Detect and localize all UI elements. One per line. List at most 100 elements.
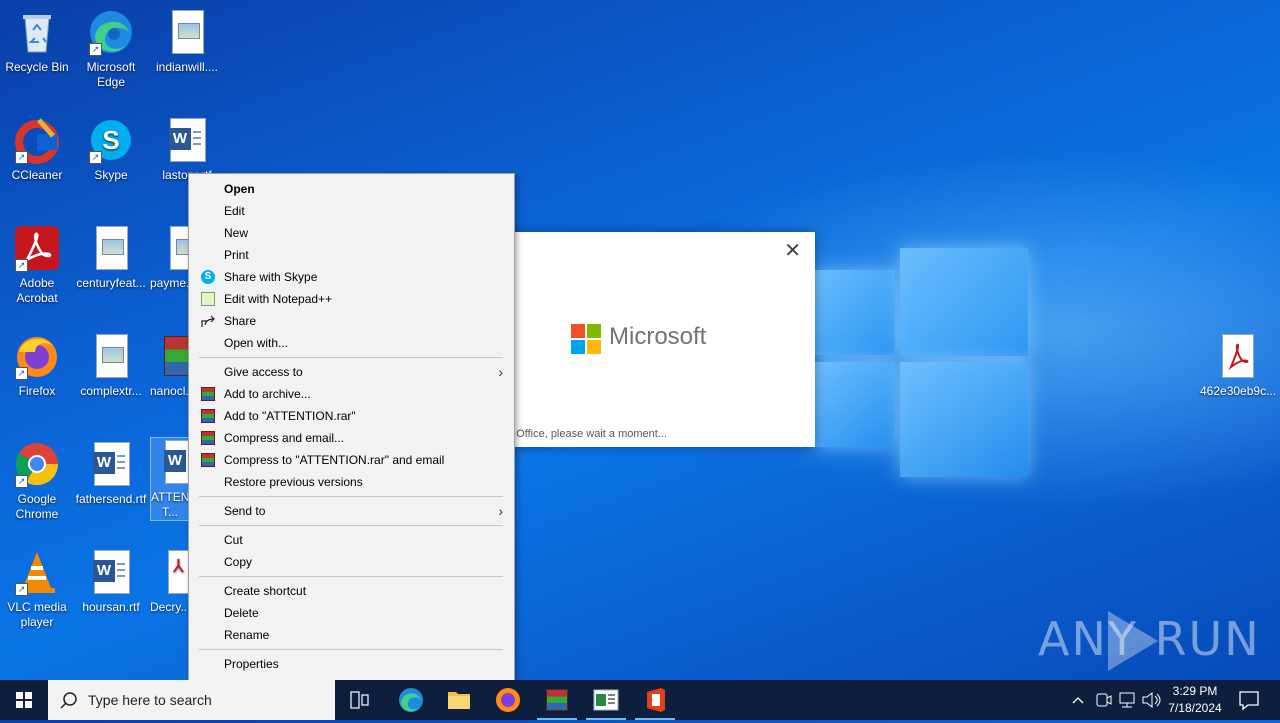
menu-item-share[interactable]: Share: [190, 310, 513, 332]
vlc-icon: ↗: [13, 548, 61, 596]
desktop-icon-file-complextr[interactable]: complextr...: [74, 332, 148, 399]
icon-label: Decry...: [150, 600, 190, 614]
tray-overflow-button[interactable]: [1068, 680, 1088, 720]
document-window-icon: [593, 689, 619, 711]
acrobat-icon: ↗: [13, 224, 61, 272]
microsoft-brand-text: Microsoft: [609, 323, 707, 350]
menu-item-add-to-archive[interactable]: Add to archive...: [190, 383, 513, 405]
desktop-icon-vlc[interactable]: ↗ VLC media player: [0, 548, 74, 630]
desktop-icon-file-payme[interactable]: payme...: [150, 224, 190, 291]
edge-icon: ↗: [87, 8, 135, 56]
menu-item-cut[interactable]: Cut: [190, 529, 513, 551]
menu-item-rename[interactable]: Rename: [190, 624, 513, 646]
network-icon: [1119, 692, 1135, 708]
menu-item-restore-previous-versions[interactable]: Restore previous versions: [190, 471, 513, 493]
menu-item-delete[interactable]: Delete: [190, 602, 513, 624]
image-file-icon: [150, 224, 190, 272]
winrar-icon: [546, 689, 568, 711]
office-icon: [647, 688, 665, 712]
desktop-icon-adobe-acrobat[interactable]: ↗ Adobe Acrobat: [0, 224, 74, 306]
image-file-icon: [87, 332, 135, 380]
menu-item-open-with[interactable]: Open with...: [190, 332, 513, 354]
desktop-icon-file-nanocl[interactable]: nanocl...: [150, 332, 190, 399]
microsoft-logo-icon: [571, 324, 601, 354]
menu-item-add-to-attention-rar[interactable]: Add to "ATTENTION.rar": [190, 405, 513, 427]
winrar-archive-icon: [150, 332, 190, 380]
firefox-icon: [496, 688, 520, 712]
taskbar-edge[interactable]: [387, 680, 435, 720]
icon-label: nanocl...: [150, 384, 190, 398]
menu-item-create-shortcut[interactable]: Create shortcut: [190, 580, 513, 602]
windows-logo-wallpaper: [815, 240, 1030, 480]
search-placeholder: Type here to search: [88, 692, 212, 708]
menu-item-properties[interactable]: Properties: [190, 653, 513, 675]
menu-item-edit-with-notepadpp[interactable]: Edit with Notepad++: [190, 288, 513, 310]
speaker-icon: [1142, 691, 1161, 709]
menu-item-give-access-to[interactable]: Give access to ›: [190, 361, 513, 383]
desktop-icon-google-chrome[interactable]: ↗ Google Chrome: [0, 440, 74, 522]
notification-icon: [1239, 691, 1259, 711]
taskbar-search-box[interactable]: Type here to search: [48, 680, 335, 720]
task-view-icon: [350, 691, 369, 709]
taskbar-firefox[interactable]: [484, 680, 532, 720]
shortcut-arrow-icon: ↗: [15, 259, 28, 272]
start-button[interactable]: [0, 680, 48, 720]
svg-text:S: S: [102, 125, 119, 155]
icon-label: centuryfeat...: [76, 276, 146, 290]
shortcut-arrow-icon: ↗: [15, 475, 28, 488]
chevron-right-icon: ›: [498, 503, 503, 519]
icon-label: CCleaner: [11, 168, 63, 182]
winrar-icon: [201, 387, 215, 401]
menu-item-share-with-skype[interactable]: S Share with Skype: [190, 266, 513, 288]
firefox-icon: ↗: [13, 332, 61, 380]
tray-meet-now[interactable]: [1092, 680, 1114, 720]
taskbar-file-explorer[interactable]: [435, 680, 483, 720]
desktop-icon-file-attention-selected[interactable]: W ATTENT... T...: [150, 437, 190, 521]
notepadpp-icon: [201, 292, 215, 306]
skype-icon: S: [201, 270, 215, 284]
taskbar-office[interactable]: [631, 680, 679, 720]
desktop-icon-ccleaner[interactable]: ↗ CCleaner: [0, 116, 74, 183]
menu-item-compress-to-attention-rar-and-email[interactable]: Compress to "ATTENTION.rar" and email: [190, 449, 513, 471]
taskbar-clock[interactable]: 3:29 PM 7/18/2024: [1160, 683, 1230, 717]
winrar-icon: [201, 431, 215, 445]
menu-item-edit[interactable]: Edit: [190, 200, 513, 222]
taskbar-winrar[interactable]: [533, 680, 581, 720]
desktop-icon-firefox[interactable]: ↗ Firefox: [0, 332, 74, 399]
menu-item-new[interactable]: New: [190, 222, 513, 244]
taskbar-notepad-window[interactable]: [582, 680, 630, 720]
icon-label: Google Chrome: [15, 492, 59, 521]
task-view-button[interactable]: [336, 680, 384, 720]
menu-item-compress-and-email[interactable]: Compress and email...: [190, 427, 513, 449]
context-menu: Open Edit New Print S Share with Skype Ed…: [188, 173, 515, 682]
menu-item-send-to[interactable]: Send to ›: [190, 500, 513, 522]
notification-center-button[interactable]: [1234, 680, 1264, 720]
clock-time: 3:29 PM: [1172, 684, 1218, 698]
chevron-up-icon: [1072, 697, 1084, 704]
tray-network[interactable]: [1116, 680, 1138, 720]
splash-status-text: g Office, please wait a moment...: [507, 428, 667, 440]
menu-item-print[interactable]: Print: [190, 244, 513, 266]
edge-icon: [399, 688, 423, 712]
desktop-icon-skype[interactable]: S ↗ Skype: [74, 116, 148, 183]
tray-volume[interactable]: [1140, 680, 1162, 720]
pdf-file-icon: [1213, 332, 1261, 380]
desktop-icon-file-indianwill[interactable]: indianwill....: [150, 8, 224, 75]
menu-item-copy[interactable]: Copy: [190, 551, 513, 573]
desktop-icon-file-fathersend[interactable]: W fathersend.rtf: [74, 440, 148, 507]
icon-label: Adobe Acrobat: [16, 276, 58, 305]
desktop-icon-recycle-bin[interactable]: Recycle Bin: [0, 8, 74, 75]
word-document-icon: W: [163, 116, 211, 164]
desktop-icon-file-hoursan[interactable]: W hoursan.rtf: [74, 548, 148, 615]
menu-separator: [199, 525, 503, 526]
shortcut-arrow-icon: ↗: [15, 151, 28, 164]
desktop-icon-file-462e30eb9c[interactable]: 462e30eb9c...: [1200, 332, 1276, 399]
close-icon[interactable]: ✕: [784, 238, 801, 263]
desktop-icon-file-decry[interactable]: ⅄ Decry...: [150, 548, 190, 615]
desktop-icon-file-centuryfeat[interactable]: centuryfeat...: [74, 224, 148, 291]
menu-separator: [199, 649, 503, 650]
menu-item-open[interactable]: Open: [190, 178, 513, 200]
desktop-icon-edge[interactable]: ↗ Microsoft Edge: [74, 8, 148, 90]
word-document-icon: W: [151, 438, 189, 486]
shortcut-arrow-icon: ↗: [15, 583, 28, 596]
